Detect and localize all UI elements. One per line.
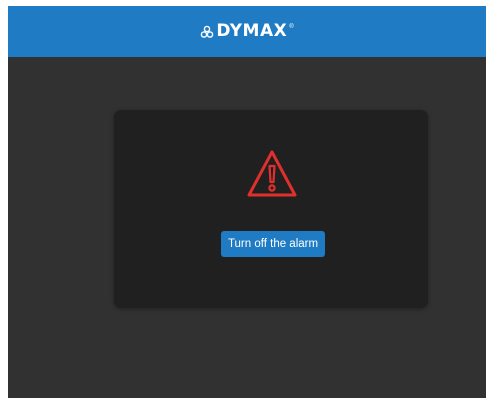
alarm-dialog: Turn off the alarm: [114, 110, 428, 308]
turn-off-alarm-button[interactable]: Turn off the alarm: [221, 231, 325, 257]
brand-name: DYMAX: [216, 21, 288, 41]
header-bar: DYMAX ®: [8, 6, 486, 57]
warning-triangle-icon: [247, 150, 297, 197]
dymax-logo-mark-icon: [201, 25, 214, 38]
brand-logo: DYMAX ®: [200, 21, 294, 41]
registered-mark: ®: [289, 24, 294, 30]
app-window: DYMAX ® Turn off the alarm: [8, 6, 486, 398]
